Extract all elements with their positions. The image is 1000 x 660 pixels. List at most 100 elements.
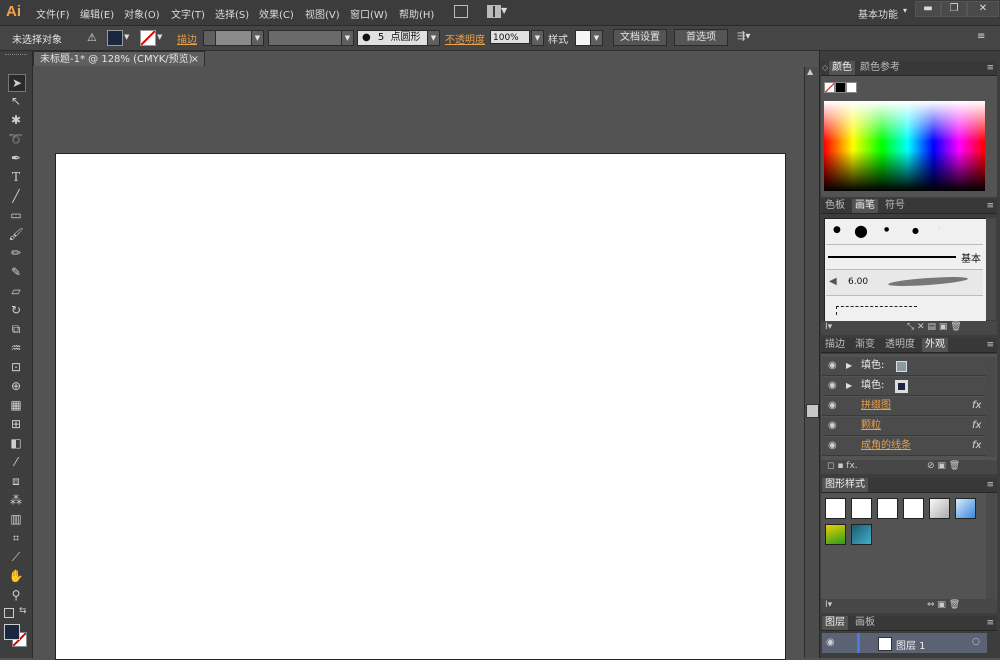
brush-flat[interactable]: · [938,226,940,233]
appearance-footer-right-icons[interactable]: ⊘ ▣ 🗑 [927,461,960,471]
hand-tool-icon[interactable]: ✋ [8,568,24,584]
brushes-scrollbar[interactable] [986,218,996,320]
profile-dropdown[interactable]: ▼ [341,30,354,46]
magic-wand-tool-icon[interactable]: ✱ [8,112,24,128]
style-gray-gradient[interactable] [929,498,950,519]
tab-artboards[interactable]: 画板 [852,616,878,630]
document-tab[interactable]: 未标题-1* @ 128% (CMYK/预览) × [33,51,205,66]
art-brush-row[interactable]: ◀ 6.00 [826,269,983,295]
fill-swatch-gray[interactable] [896,361,907,372]
none-swatch-icon[interactable] [824,82,835,93]
appearance-row-fill-2[interactable]: ◉ ▶ 填色: [822,377,986,396]
basic-brush-row[interactable]: 基本 [826,244,983,269]
layers-panel-menu-icon[interactable]: ≡ [986,616,994,630]
slice-tool-icon[interactable]: ⟋ [8,549,24,565]
tab-transparency[interactable]: 透明度 [882,338,918,352]
menu-object[interactable]: 对象(O) [124,6,160,21]
brush-libraries-icon[interactable]: I▾ [825,322,832,332]
scroll-up-icon[interactable]: ▲ [807,67,813,76]
layer-row[interactable]: ◉ 图层 1 ○ [822,633,987,653]
blob-brush-tool-icon[interactable]: ✎ [8,264,24,280]
stroke-weight-input[interactable] [215,30,253,46]
free-transform-tool-icon[interactable]: ⊡ [8,359,24,375]
style-default-cmyk[interactable] [851,498,872,519]
menu-select[interactable]: 选择(S) [215,6,249,21]
document-setup-button[interactable]: 文档设置 [613,29,667,46]
appearance-row-fill-1[interactable]: ◉ ▶ 填色: [822,357,986,376]
graphic-styles-scrollbar[interactable] [986,493,996,599]
menu-effect[interactable]: 效果(C) [259,6,294,21]
style-yellow-green[interactable] [825,524,846,545]
tab-stroke[interactable]: 描边 [822,338,848,352]
direct-selection-tool-icon[interactable]: ↖ [8,93,24,109]
lasso-tool-icon[interactable]: ➰ [8,131,24,147]
scale-tool-icon[interactable]: ⧉ [8,321,24,337]
preferences-button[interactable]: 首选项 [674,29,728,46]
opacity-input[interactable]: 100% [490,30,530,44]
tab-graphic-styles[interactable]: 图形样式 [822,478,868,492]
close-document-icon[interactable]: × [191,52,199,67]
stroke-color-swatch[interactable] [140,30,156,46]
layer-visibility-icon[interactable]: ◉ [826,637,835,648]
collapse-icon[interactable]: ◇ [822,61,828,75]
scrollbar-thumb[interactable] [806,404,819,418]
brush-tools-icons[interactable]: ⤡ ✕ ▤ ▣ 🗑 [907,322,962,332]
appearance-footer-icons[interactable]: ◻ ▪ fx. [827,461,858,471]
graphic-styles-footer-icons[interactable]: ⇔ ▣ 🗑 [927,600,960,610]
menu-file[interactable]: 文件(F) [36,6,70,21]
appearance-row-effect-2[interactable]: ◉ 颗粒 fx [822,417,986,436]
fill-swatch-icon[interactable] [4,624,20,640]
brush-oval[interactable]: ● [912,226,919,235]
style-teal[interactable] [851,524,872,545]
white-swatch[interactable] [846,82,857,93]
menu-type[interactable]: 文字(T) [171,6,205,21]
tab-brushes[interactable]: 画笔 [852,199,878,213]
menu-edit[interactable]: 编辑(E) [80,6,114,21]
minimize-button[interactable]: ▬ [915,1,941,17]
appearance-scrollbar[interactable] [986,357,996,457]
tab-color-guide[interactable]: 颜色参考 [857,61,903,75]
paintbrush-tool-icon[interactable]: 🖌 [8,226,24,242]
menu-window[interactable]: 窗口(W) [350,6,388,21]
mesh-tool-icon[interactable]: ⊞ [8,416,24,432]
expand-triangle-icon[interactable]: ▶ [846,377,852,395]
tab-appearance[interactable]: 外观 [922,338,948,352]
tab-symbols[interactable]: 符号 [882,199,908,213]
black-swatch[interactable] [835,82,846,93]
default-colors-icon[interactable] [4,608,14,618]
close-button[interactable]: ✕ [967,1,999,17]
opacity-label[interactable]: 不透明度 [445,31,485,46]
tools-grip[interactable] [5,54,27,58]
tab-swatches[interactable]: 色板 [822,199,848,213]
brush-3pt-round[interactable]: ● [833,225,841,235]
artboard[interactable] [55,153,786,660]
visibility-eye-icon[interactable]: ◉ [828,357,837,375]
effect-patchwork-link[interactable]: 拼缀图 [861,397,891,415]
swap-colors-icon[interactable]: ⇆ [19,606,27,616]
pencil-tool-icon[interactable]: ✏ [8,245,24,261]
rectangle-tool-icon[interactable]: ▭ [8,207,24,223]
tab-gradient[interactable]: 渐变 [852,338,878,352]
rotate-tool-icon[interactable]: ↻ [8,302,24,318]
tab-layers[interactable]: 图层 [822,616,848,630]
eyedropper-tool-icon[interactable]: ⁄ [8,454,24,470]
pen-tool-icon[interactable]: ✒ [8,150,24,166]
brush-10pt-round[interactable]: ● [854,221,868,240]
variable-width-profile[interactable] [268,30,342,46]
eraser-tool-icon[interactable]: ▱ [8,283,24,299]
effect-angled-strokes-link[interactable]: 成角的线条 [861,437,911,455]
selection-tool-icon[interactable]: ➤ [8,74,26,92]
layer-target-icon[interactable]: ○ [972,637,980,647]
appearance-row-effect-1[interactable]: ◉ 拼缀图 fx [822,397,986,416]
style-blue-gradient[interactable] [955,498,976,519]
brush-1pt-round[interactable]: ● [884,226,889,233]
gradient-tool-icon[interactable]: ◧ [8,435,24,451]
panel-menu-icon[interactable]: ≡ [977,31,985,42]
visibility-eye-icon[interactable]: ◉ [828,437,837,455]
brush-definition-dropdown[interactable]: ▼ [427,30,440,46]
layer-name[interactable]: 图层 1 [896,637,926,652]
arrange-documents-icon[interactable] [487,5,501,18]
style-swatch[interactable] [575,30,591,46]
restore-button[interactable]: ❐ [941,1,967,17]
effect-grain-link[interactable]: 颗粒 [861,417,881,435]
